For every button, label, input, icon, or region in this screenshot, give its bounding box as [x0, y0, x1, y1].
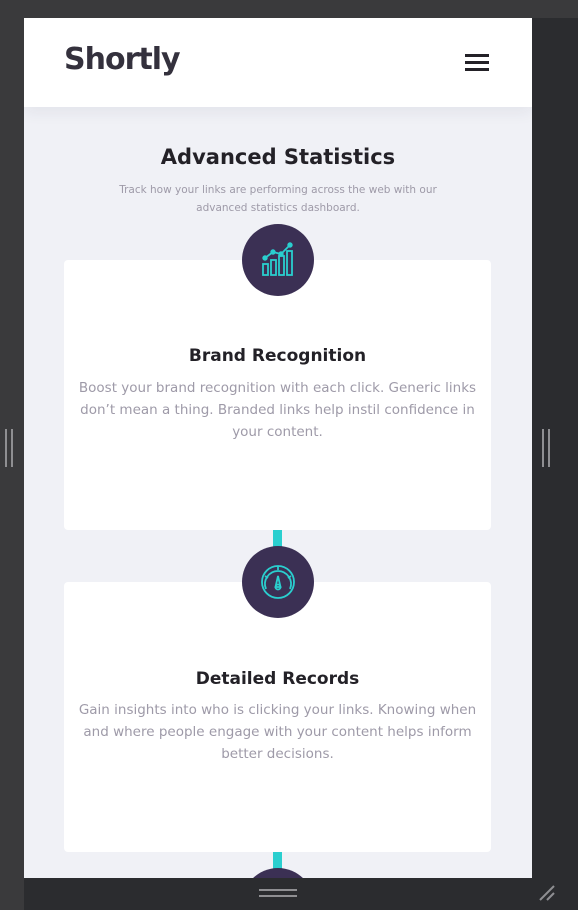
resize-handle-right[interactable]: [542, 429, 551, 467]
card-title: Detailed Records: [195, 669, 360, 689]
resize-handle-bottom[interactable]: [259, 889, 297, 898]
card-text: Gain insights into who is clicking your …: [78, 702, 477, 762]
tools-icon: [242, 868, 314, 878]
devtools-frame-bottom: [24, 878, 578, 910]
section-title: Advanced Statistics: [160, 145, 396, 169]
site-header: Shortly: [24, 18, 532, 107]
page-viewport: Shortly Advanced Statistics Track how yo…: [24, 18, 532, 878]
card-text: Boost your brand recognition with each c…: [78, 380, 477, 440]
devtools-frame-top: [24, 0, 532, 18]
resize-handle-left[interactable]: [5, 429, 14, 467]
feature-card: Detailed Records Gain insights into who …: [64, 582, 491, 852]
resize-corner-handle[interactable]: [536, 882, 558, 904]
feature-card: Brand Recognition Boost your brand recog…: [64, 260, 491, 530]
section-subtitle: Track how your links are performing acro…: [119, 184, 437, 214]
gauge-icon: [242, 546, 314, 618]
bar-chart-icon: [242, 224, 314, 296]
devtools-frame-right: [532, 18, 578, 878]
card-title: Brand Recognition: [188, 346, 367, 366]
logo[interactable]: Shortly: [64, 42, 181, 77]
hamburger-menu-icon[interactable]: [465, 54, 489, 72]
